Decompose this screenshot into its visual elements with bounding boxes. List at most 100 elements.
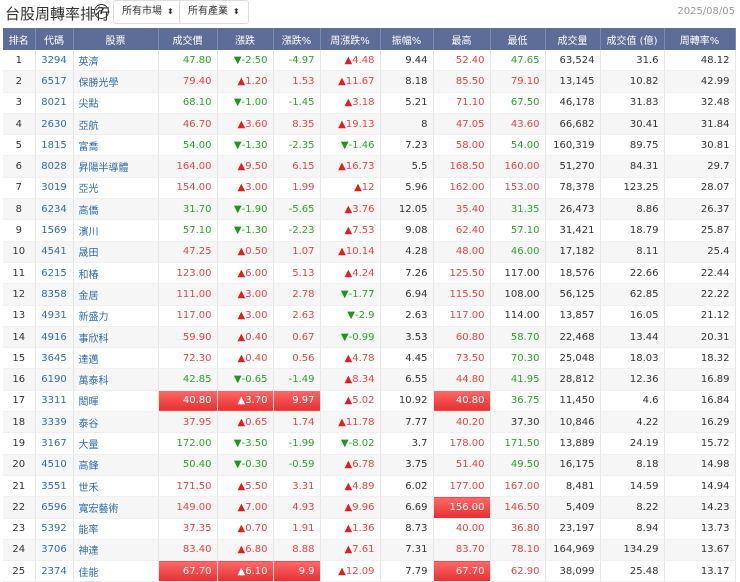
table-row[interactable]: 8 6234 高僑 31.70 ▼-1.90 -5.65 ▲3.76 12.05 35.40 31… (3, 198, 736, 221)
cell-stock[interactable]: 寬宏藝術 (73, 496, 159, 519)
cell-code[interactable]: 3167 (35, 432, 74, 455)
cell-stock[interactable]: 高僑 (73, 198, 159, 221)
table-row[interactable]: 12 8358 金居 111.00 ▲3.00 2.78 ▼-1.77 6.94 115.50 1… (3, 283, 736, 306)
cell-stock[interactable]: 新盛力 (73, 305, 159, 327)
cell-stock[interactable]: 事欣科 (73, 326, 159, 349)
cell-code[interactable]: 3019 (35, 177, 74, 200)
cell-code[interactable]: 4931 (35, 305, 74, 327)
cell-code[interactable]: 6190 (35, 368, 74, 391)
table-row[interactable]: 3 8021 尖點 68.10 ▼-1.00 -1.45 ▲3.18 5.21 71.10 67.… (3, 92, 736, 114)
column-header-stock[interactable]: 股票 (73, 28, 159, 50)
cell-code[interactable]: 3339 (35, 411, 74, 434)
market-select[interactable]: 所有市場 ⬍ (113, 0, 183, 24)
column-header-value[interactable]: 成交值 (億) (600, 28, 665, 50)
help-icon[interactable]: ? (94, 4, 109, 19)
column-header-low[interactable]: 最低 (490, 28, 546, 50)
table-row[interactable]: 10 4541 晟田 47.25 ▲0.50 1.07 ▲10.14 4.28 48.00 46.… (3, 241, 736, 263)
cell-stock[interactable]: 晟田 (73, 241, 159, 263)
data-date: 2025/08/05 (677, 6, 735, 17)
table-row[interactable]: 9 1569 濱川 57.10 ▼-1.30 -2.23 ▲7.53 9.08 62.40 57.… (3, 219, 736, 242)
table-row[interactable]: 20 4510 高鋒 50.40 ▼-0.30 -0.59 ▲6.78 3.75 51.40 49… (3, 454, 736, 476)
cell-code[interactable]: 6596 (35, 496, 74, 519)
table-row[interactable]: 5 1815 富喬 54.00 ▼-1.30 -2.35 ▼-1.46 7.23 58.00 54… (3, 134, 736, 157)
cell-code[interactable]: 1569 (35, 219, 74, 242)
column-header-change-pct[interactable]: 漲跌% (273, 28, 321, 50)
table-row[interactable]: 14 4916 事欣科 59.90 ▲0.40 0.67 ▼-0.99 3.53 60.80 58… (3, 326, 736, 349)
cell-stock[interactable]: 高鋒 (73, 454, 159, 476)
cell-rank: 17 (3, 390, 36, 413)
column-header-price[interactable]: 成交價 (158, 28, 218, 50)
cell-code[interactable]: 3645 (35, 347, 74, 370)
industry-select[interactable]: 所有產業 ⬍ (179, 0, 249, 24)
cell-code[interactable]: 6517 (35, 70, 74, 93)
cell-code[interactable]: 2374 (35, 560, 74, 582)
table-row[interactable]: 25 2374 佳能 67.70 ▲6.10 9.9 ▲12.09 7.79 67.70 62.9… (3, 560, 736, 582)
column-header-turnover[interactable]: 周轉率% (664, 28, 736, 50)
cell-stock[interactable]: 佳能 (73, 560, 159, 582)
cell-stock[interactable]: 亞航 (73, 113, 159, 136)
cell-code[interactable]: 6234 (35, 198, 74, 221)
column-header-volume[interactable]: 成交量 (545, 28, 601, 50)
table-row[interactable]: 23 5392 能率 37.35 ▲0.70 1.91 ▲1.36 8.73 40.00 36.8… (3, 518, 736, 540)
cell-stock[interactable]: 富喬 (73, 134, 159, 157)
table-row[interactable]: 11 6215 和椿 123.00 ▲6.00 5.13 ▲4.24 7.26 125.50 11… (3, 262, 736, 285)
cell-stock[interactable]: 英濟 (73, 50, 159, 72)
cell-stock[interactable]: 能率 (73, 518, 159, 540)
column-header-change[interactable]: 漲跌 (217, 28, 274, 50)
cell-code[interactable]: 3294 (35, 50, 74, 72)
cell-rank: 8 (3, 198, 36, 221)
cell-stock[interactable]: 萬泰科 (73, 368, 159, 391)
cell-stock[interactable]: 濱川 (73, 219, 159, 242)
cell-code[interactable]: 3706 (35, 539, 74, 562)
cell-change: ▲6.00 (217, 262, 274, 285)
table-row[interactable]: 17 3311 閎暉 40.80 ▲3.70 9.97 ▲5.02 10.92 40.80 36.… (3, 390, 736, 413)
table-row[interactable]: 19 3167 大量 172.00 ▼-3.50 -1.99 ▼-8.02 3.7 178.00… (3, 432, 736, 455)
cell-code[interactable]: 6215 (35, 262, 74, 285)
table-row[interactable]: 7 3019 亞光 154.00 ▲3.00 1.99 ▲12 5.96 162.00 153.0… (3, 177, 736, 200)
column-header-rank[interactable]: 排名 (3, 28, 36, 50)
table-row[interactable]: 24 3706 神達 83.40 ▲6.80 8.88 ▲7.61 7.31 83.70 78.1… (3, 539, 736, 562)
cell-code[interactable]: 4541 (35, 241, 74, 263)
cell-stock[interactable]: 泰谷 (73, 411, 159, 434)
cell-change: ▲0.40 (217, 347, 274, 370)
cell-code[interactable]: 8028 (35, 155, 74, 178)
cell-stock[interactable]: 保勝光學 (73, 70, 159, 93)
cell-code[interactable]: 5392 (35, 518, 74, 540)
table-row[interactable]: 16 6190 萬泰科 42.85 ▼-0.65 -1.49 ▲8.34 6.55 44.80 4… (3, 368, 736, 391)
table-row[interactable]: 22 6596 寬宏藝術 149.00 ▲7.00 4.93 ▲9.96 6.69 156.00… (3, 496, 736, 519)
table-row[interactable]: 2 6517 保勝光學 79.40 ▲1.20 1.53 ▲11.67 8.18 85.50 79… (3, 70, 736, 93)
cell-code[interactable]: 1815 (35, 134, 74, 157)
cell-stock[interactable]: 亞光 (73, 177, 159, 200)
table-row[interactable]: 15 3645 達邁 72.30 ▲0.40 0.56 ▲4.78 4.45 73.50 70.3… (3, 347, 736, 370)
table-row[interactable]: 6 8028 昇陽半導體 164.00 ▲9.50 6.15 ▲16.73 5.5 168.50… (3, 155, 736, 178)
cell-value: -0.99 (348, 331, 375, 343)
cell-stock[interactable]: 大量 (73, 432, 159, 455)
cell-stock[interactable]: 閎暉 (73, 390, 159, 413)
cell-stock[interactable]: 昇陽半導體 (73, 155, 159, 178)
cell-code[interactable]: 2630 (35, 113, 74, 136)
column-header-week-change-pct[interactable]: 周漲跌% (320, 28, 381, 50)
cell-change-pct: -1.45 (273, 92, 321, 114)
cell-code[interactable]: 8358 (35, 283, 74, 306)
column-header-high[interactable]: 最高 (433, 28, 491, 50)
table-row[interactable]: 13 4931 新盛力 117.00 ▲3.00 2.63 ▼-2.9 2.63 117.00 1… (3, 305, 736, 327)
cell-stock[interactable]: 和椿 (73, 262, 159, 285)
column-header-code[interactable]: 代碼 (35, 28, 74, 50)
cell-stock[interactable]: 神達 (73, 539, 159, 562)
table-row[interactable]: 18 3339 泰谷 37.95 ▲0.65 1.74 ▲11.78 7.77 40.20 37.… (3, 411, 736, 434)
column-header-amplitude[interactable]: 振幅% (380, 28, 434, 50)
cell-stock[interactable]: 世禾 (73, 475, 159, 498)
cell-code[interactable]: 4916 (35, 326, 74, 349)
cell-code[interactable]: 3311 (35, 390, 74, 413)
cell-code[interactable]: 3551 (35, 475, 74, 498)
cell-code[interactable]: 4510 (35, 454, 74, 476)
table-row[interactable]: 21 3551 世禾 171.50 ▲5.50 3.31 ▲4.89 6.02 177.00 16… (3, 475, 736, 498)
cell-stock[interactable]: 金居 (73, 283, 159, 306)
cell-value: 1.20 (245, 75, 268, 87)
cell-code[interactable]: 8021 (35, 92, 74, 114)
cell-stock[interactable]: 尖點 (73, 92, 159, 114)
table-row[interactable]: 4 2630 亞航 46.70 ▲3.60 8.35 ▲19.13 8 47.05 43.60 66… (3, 113, 736, 136)
table-row[interactable]: 1 3294 英濟 47.80 ▼-2.50 -4.97 ▲4.48 9.44 52.40 47.… (3, 50, 736, 72)
cell-stock[interactable]: 達邁 (73, 347, 159, 370)
cell-turnover: 14.94 (664, 475, 736, 498)
